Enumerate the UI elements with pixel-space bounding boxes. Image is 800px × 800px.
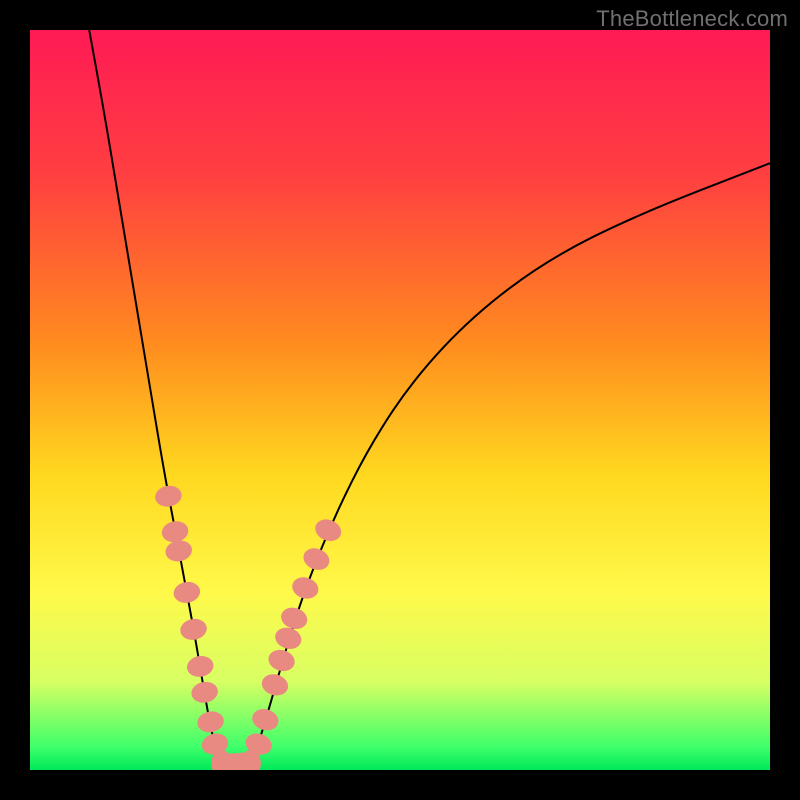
chart-stage: TheBottleneck.com — [0, 0, 800, 800]
background-gradient — [30, 30, 770, 770]
watermark-text: TheBottleneck.com — [596, 6, 788, 32]
plot-area — [30, 30, 770, 770]
